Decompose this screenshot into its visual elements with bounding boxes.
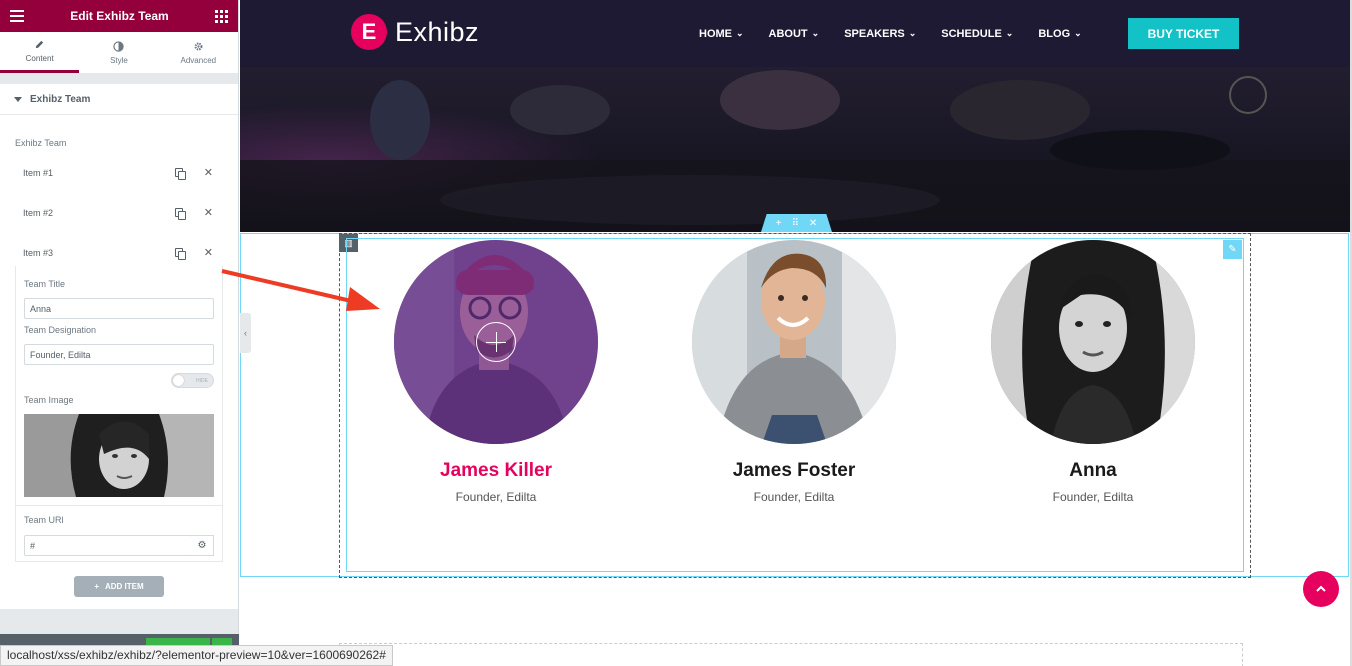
tab-advanced[interactable]: Advanced (159, 32, 238, 73)
nav-label: SPEAKERS (844, 27, 905, 40)
nav-label: SCHEDULE (941, 27, 1002, 40)
controls-area: Exhibz Team Item #1 ✕ Item #2 ✕ Item #3 … (0, 115, 238, 609)
chevron-down-icon: ⌄ (1005, 28, 1014, 38)
status-bar-url: localhost/xss/exhibz/exhibz/?elementor-p… (0, 645, 393, 666)
team-name-2[interactable]: James Foster (733, 460, 856, 482)
nav-blog[interactable]: BLOG ⌄ (1038, 28, 1081, 40)
logo-mark: E (351, 14, 387, 50)
team-url-label: Team URl (24, 515, 64, 525)
team-image-label: Team Image (24, 395, 74, 405)
team-image-preview[interactable] (24, 414, 214, 497)
caret-down-icon (14, 96, 22, 102)
team-member-2: James Foster Founder, Edilta (664, 240, 924, 504)
team-role-2: Founder, Edilta (753, 490, 835, 504)
nav-schedule[interactable]: SCHEDULE ⌄ (941, 28, 1013, 40)
repeater-item-1[interactable]: Item #1 ✕ (15, 153, 223, 193)
duplicate-icon[interactable] (174, 208, 186, 220)
widgets-grid-icon[interactable] (215, 9, 228, 23)
section-title: Exhibz Team (30, 93, 91, 105)
plus-icon[interactable] (476, 322, 516, 362)
team-role-1: Founder, Edilta (455, 490, 537, 504)
nav-home[interactable]: HOME ⌄ (699, 28, 744, 40)
nav-label: BLOG (1038, 27, 1071, 40)
team-name-1[interactable]: James Killer (440, 460, 552, 482)
section-handle: + ⠿ ✕ (761, 214, 832, 232)
team-designation-label: Team Designation (24, 325, 97, 335)
hide-toggle[interactable]: HIDE (171, 373, 214, 388)
plus-icon: + (94, 582, 99, 591)
gear-icon (194, 42, 203, 50)
tab-advanced-label: Advanced (180, 55, 217, 65)
add-section-icon[interactable]: + (776, 218, 782, 229)
hamburger-menu-icon[interactable] (10, 10, 24, 22)
repeater-item-3-fields: Team Title Team Designation HIDE Team Im… (15, 266, 223, 562)
duplicate-icon[interactable] (174, 248, 186, 260)
nav-about[interactable]: ABOUT ⌄ (769, 28, 820, 40)
site-preview: E Exhibz HOME ⌄ ABOUT ⌄ SPEAKERS ⌄ SCHEDULE… (240, 0, 1352, 666)
tab-content[interactable]: Content (0, 32, 80, 73)
buy-ticket-button[interactable]: BUY TICKET (1128, 18, 1239, 49)
nav-label: ABOUT (768, 27, 808, 40)
chevron-down-icon: ⌄ (736, 28, 744, 38)
next-section-outline (339, 643, 1243, 666)
team-url-input[interactable] (24, 535, 192, 556)
logo-text: Exhibz (395, 16, 480, 47)
add-item-button[interactable]: + ADD ITEM (74, 576, 164, 597)
team-photo-3[interactable] (991, 240, 1195, 444)
chevron-down-icon: ⌄ (908, 28, 917, 38)
panel-tabs: Content Style Advanced (0, 32, 238, 74)
editor-panel: Edit Exhibz Team Content Style Advanced … (0, 0, 239, 666)
team-designation-input[interactable] (24, 344, 214, 365)
chevron-down-icon: ⌄ (811, 28, 820, 38)
team-name-3[interactable]: Anna (1069, 460, 1117, 482)
annotation-arrow (221, 269, 380, 311)
main-menu: HOME ⌄ ABOUT ⌄ SPEAKERS ⌄ SCHEDULE ⌄ BLOG ⌄ (699, 0, 1082, 67)
team-title-input[interactable] (24, 298, 214, 319)
nav-label: HOME (699, 27, 732, 40)
site-navbar: E Exhibz HOME ⌄ ABOUT ⌄ SPEAKERS ⌄ SCHEDULE… (240, 0, 1350, 67)
close-icon[interactable]: ✕ (204, 247, 213, 259)
repeater-item-title: Item #3 (23, 248, 54, 258)
chevron-up-icon (1316, 585, 1326, 592)
pencil-icon (35, 40, 44, 49)
repeater-item-2[interactable]: Item #2 ✕ (15, 193, 223, 233)
scroll-to-top-button[interactable] (1303, 571, 1339, 607)
chevron-down-icon: ⌄ (1074, 28, 1082, 38)
team-member-3: Anna Founder, Edilta (963, 240, 1223, 504)
tab-style-label: Style (110, 55, 128, 65)
team-member-1: James Killer Founder, Edilta (366, 240, 626, 504)
team-photo-1[interactable] (394, 240, 598, 444)
drag-handle-icon[interactable]: ⠿ (792, 218, 799, 229)
edit-widget-icon[interactable]: ✎ (1223, 240, 1242, 259)
repeater-item-title: Item #1 (23, 168, 54, 178)
repeater-item-title: Item #2 (23, 208, 54, 218)
panel-header: Edit Exhibz Team (0, 0, 238, 32)
team-title-label: Team Title (24, 279, 66, 289)
site-logo[interactable]: E Exhibz (351, 14, 479, 50)
add-item-label: ADD ITEM (105, 582, 144, 591)
divider (16, 505, 222, 506)
section-toggle[interactable]: Exhibz Team (0, 84, 238, 114)
nav-speakers[interactable]: SPEAKERS ⌄ (844, 28, 916, 40)
tab-style[interactable]: Style (79, 32, 158, 73)
panel-title: Edit Exhibz Team (70, 9, 169, 23)
repeater-label: Exhibz Team (15, 138, 67, 148)
close-icon[interactable]: ✕ (204, 167, 213, 179)
team-role-3: Founder, Edilta (1052, 490, 1134, 504)
dynamic-settings-icon[interactable]: ⚙ (191, 535, 214, 556)
close-icon[interactable]: ✕ (204, 207, 213, 219)
contrast-icon (113, 40, 125, 52)
duplicate-icon[interactable] (174, 168, 186, 180)
delete-section-icon[interactable]: ✕ (809, 218, 817, 229)
tab-content-label: Content (25, 54, 54, 63)
team-photo-2[interactable] (692, 240, 896, 444)
